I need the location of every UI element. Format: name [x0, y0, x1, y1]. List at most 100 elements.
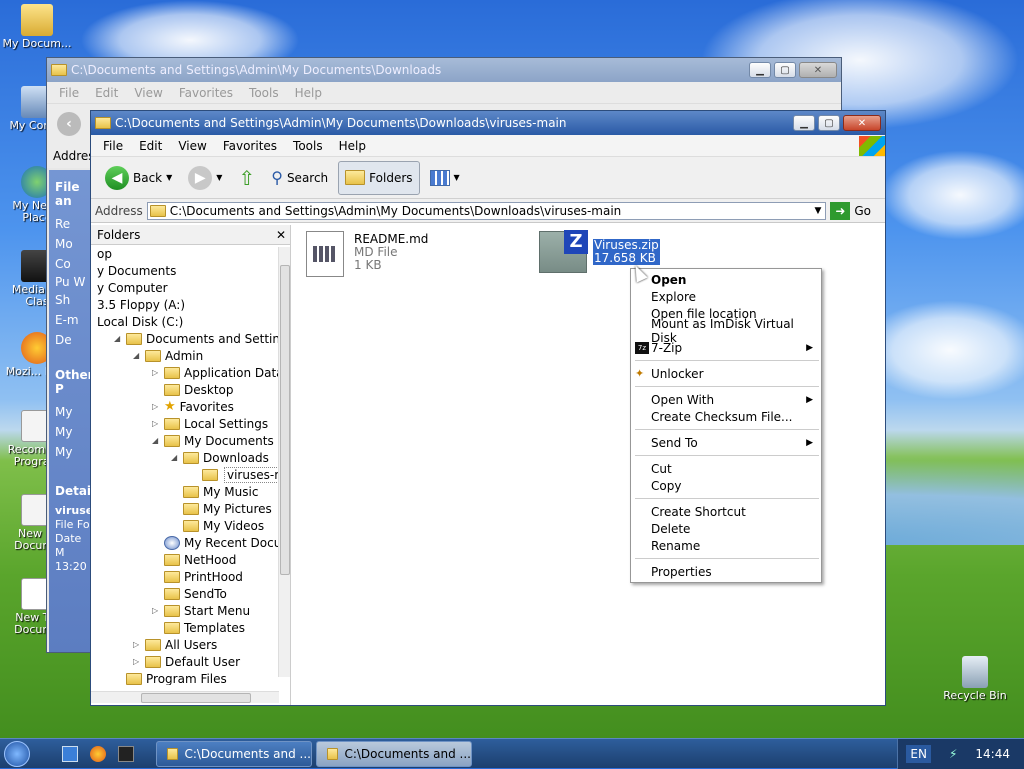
desktop-icon-my-documents[interactable]: My Docum...: [2, 4, 72, 50]
taskbar-item-viruses-main[interactable]: C:\Documents and ...: [316, 740, 472, 767]
folder-icon: [183, 502, 199, 515]
start-button[interactable]: [0, 739, 34, 769]
search-button[interactable]: ⚲ Search: [265, 161, 334, 195]
menu-tools[interactable]: Tools: [285, 139, 331, 153]
menu-item-unlocker[interactable]: ✦ Unlocker: [631, 365, 821, 382]
tree-item[interactable]: 3.5 Floppy (A:): [97, 296, 185, 313]
tree-item[interactable]: ◢ Admin: [133, 347, 203, 364]
menu-item-open[interactable]: Open: [631, 271, 821, 288]
menu-file[interactable]: File: [95, 139, 131, 153]
menu-item-cut[interactable]: Cut: [631, 460, 821, 477]
language-indicator[interactable]: EN: [906, 744, 931, 763]
tree-item[interactable]: PrintHood: [152, 568, 243, 585]
taskbar-item-downloads[interactable]: C:\Documents and ...: [156, 740, 312, 767]
close-button[interactable]: ✕: [799, 62, 837, 78]
menu-edit[interactable]: Edit: [87, 86, 126, 100]
horizontal-scrollbar[interactable]: [91, 691, 279, 703]
tree-item[interactable]: ▷ All Users: [133, 636, 217, 653]
menu-tools[interactable]: Tools: [241, 86, 287, 100]
tree-item[interactable]: ▷ Start Menu: [152, 602, 250, 619]
address-input[interactable]: C:\Documents and Settings\Admin\My Docum…: [146, 201, 827, 220]
tree-item[interactable]: Local Disk (C:): [97, 313, 183, 330]
maximize-button[interactable]: ▢: [774, 62, 796, 78]
tree-expander-icon[interactable]: ▷: [133, 657, 141, 666]
network-tray-icon[interactable]: ⚡: [949, 747, 957, 761]
media-player-icon[interactable]: [118, 745, 134, 762]
back-arrow-icon[interactable]: ‹: [57, 112, 81, 136]
tree-item[interactable]: SendTo: [152, 585, 227, 602]
menu-item-delete[interactable]: Delete: [631, 520, 821, 537]
tree-expander-icon[interactable]: ◢: [152, 436, 160, 445]
menu-item-create-shortcut[interactable]: Create Shortcut: [631, 503, 821, 520]
tree-item[interactable]: op: [97, 245, 112, 262]
tree-item[interactable]: viruses-main: [190, 466, 290, 483]
scrollbar-thumb[interactable]: [141, 693, 251, 703]
tree-item[interactable]: Program Files: [114, 670, 227, 685]
tree-item[interactable]: ◢ My Documents: [152, 432, 274, 449]
folder-icon: [164, 604, 180, 617]
firefox-icon[interactable]: [90, 745, 106, 762]
menu-favorites[interactable]: Favorites: [171, 86, 241, 100]
close-icon[interactable]: ✕: [276, 228, 286, 242]
tree-expander-icon[interactable]: ▷: [152, 402, 160, 411]
tree-item[interactable]: ▷ ★ Favorites: [152, 398, 234, 415]
tree-expander-icon[interactable]: ▷: [152, 606, 160, 615]
clock[interactable]: 14:44: [975, 747, 1010, 761]
tree-item[interactable]: My Pictures: [171, 500, 272, 517]
tree-item[interactable]: My Music: [171, 483, 258, 500]
tree-item[interactable]: ◢ Downloads: [171, 449, 269, 466]
tree-item[interactable]: ▷ Default User: [133, 653, 240, 670]
menu-item-properties[interactable]: Properties: [631, 563, 821, 580]
show-desktop-icon[interactable]: [62, 745, 78, 762]
menu-item-create-checksum[interactable]: Create Checksum File...: [631, 408, 821, 425]
menu-help[interactable]: Help: [331, 139, 374, 153]
desktop-icon-recycle-bin[interactable]: Recycle Bin: [940, 656, 1010, 702]
tree-item[interactable]: y Documents: [97, 262, 176, 279]
tree-item[interactable]: Templates: [152, 619, 245, 636]
maximize-button[interactable]: ▢: [818, 115, 840, 131]
menu-item-send-to[interactable]: Send To ▶: [631, 434, 821, 451]
menu-item-copy[interactable]: Copy: [631, 477, 821, 494]
tree-expander-icon[interactable]: ▷: [152, 419, 160, 428]
tree-expander-icon[interactable]: ▷: [133, 640, 141, 649]
tree-item[interactable]: My Videos: [171, 517, 264, 534]
title-bar[interactable]: C:\Documents and Settings\Admin\My Docum…: [47, 58, 841, 82]
chevron-down-icon[interactable]: ▼: [810, 206, 825, 216]
menu-item-open-with[interactable]: Open With ▶: [631, 391, 821, 408]
tree-expander-icon[interactable]: ◢: [114, 334, 122, 343]
folders-button[interactable]: Folders: [338, 160, 420, 195]
menu-item-7zip[interactable]: 7z 7-Zip ▶: [631, 339, 821, 356]
tree-item[interactable]: ◢ Documents and Settings: [114, 330, 290, 347]
menu-edit[interactable]: Edit: [131, 139, 170, 153]
tree-item[interactable]: Desktop: [152, 381, 234, 398]
minimize-button[interactable]: ▁: [793, 115, 815, 131]
tree-item[interactable]: ▷ Application Data: [152, 364, 284, 381]
minimize-button[interactable]: ▁: [749, 62, 771, 78]
back-button[interactable]: ◀ Back ▼: [99, 161, 178, 195]
go-button[interactable]: Go: [854, 204, 881, 218]
close-button[interactable]: ✕: [843, 115, 881, 131]
menu-help[interactable]: Help: [287, 86, 330, 100]
menu-item-explore[interactable]: Explore: [631, 288, 821, 305]
tree-expander-icon[interactable]: ▷: [152, 368, 160, 377]
menu-item-mount-imdisk[interactable]: Mount as ImDisk Virtual Disk: [631, 317, 821, 345]
menu-separator: [635, 386, 819, 387]
tree-item[interactable]: ▷ Local Settings: [152, 415, 268, 432]
forward-button[interactable]: ▶ ▼: [182, 161, 228, 195]
tree-item[interactable]: NetHood: [152, 551, 236, 568]
tree-item[interactable]: My Recent Documents: [152, 534, 290, 551]
vertical-scrollbar[interactable]: [278, 247, 290, 677]
menu-view[interactable]: View: [170, 139, 214, 153]
tree-expander-icon[interactable]: ◢: [133, 351, 141, 360]
menu-file[interactable]: File: [51, 86, 87, 100]
views-button[interactable]: ▼: [424, 161, 466, 195]
menu-view[interactable]: View: [126, 86, 170, 100]
tree-expander-icon[interactable]: ◢: [171, 453, 179, 462]
menu-favorites[interactable]: Favorites: [215, 139, 285, 153]
up-folder-button[interactable]: ⇧: [232, 161, 261, 195]
title-bar[interactable]: C:\Documents and Settings\Admin\My Docum…: [91, 111, 885, 135]
scrollbar-thumb[interactable]: [280, 265, 290, 575]
go-arrow-icon[interactable]: ➜: [830, 201, 851, 220]
menu-item-rename[interactable]: Rename: [631, 537, 821, 554]
tree-item[interactable]: y Computer: [97, 279, 168, 296]
